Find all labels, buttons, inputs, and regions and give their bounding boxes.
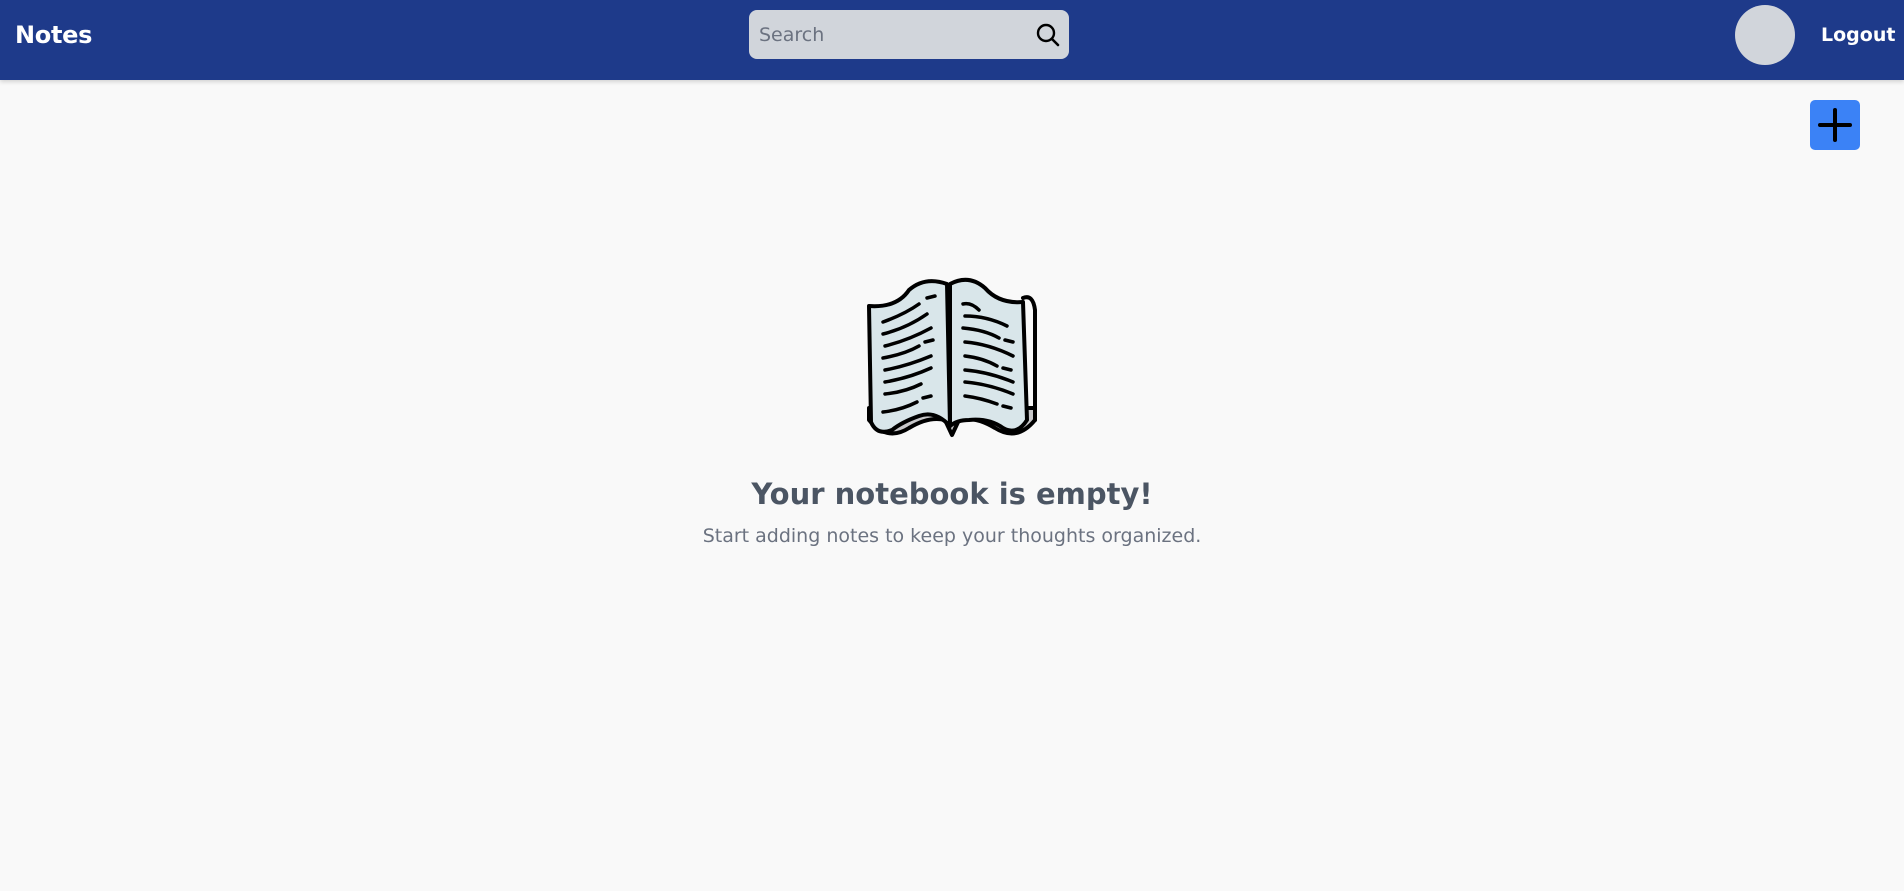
app-brand[interactable]: Notes [15, 21, 92, 49]
search-input[interactable] [749, 10, 1039, 59]
logout-button[interactable]: Logout [1821, 24, 1895, 46]
top-navbar: Notes Logout [0, 0, 1904, 80]
plus-icon [1818, 108, 1852, 142]
open-book-icon [867, 277, 1037, 437]
search-bar [749, 10, 1069, 59]
add-note-button[interactable] [1810, 100, 1860, 150]
empty-state-title: Your notebook is empty! [751, 477, 1153, 511]
search-icon[interactable] [1035, 22, 1061, 48]
empty-state-subtitle: Start adding notes to keep your thoughts… [702, 525, 1202, 547]
user-avatar[interactable] [1735, 5, 1795, 65]
empty-state: Your notebook is empty! Start adding not… [0, 270, 1904, 547]
